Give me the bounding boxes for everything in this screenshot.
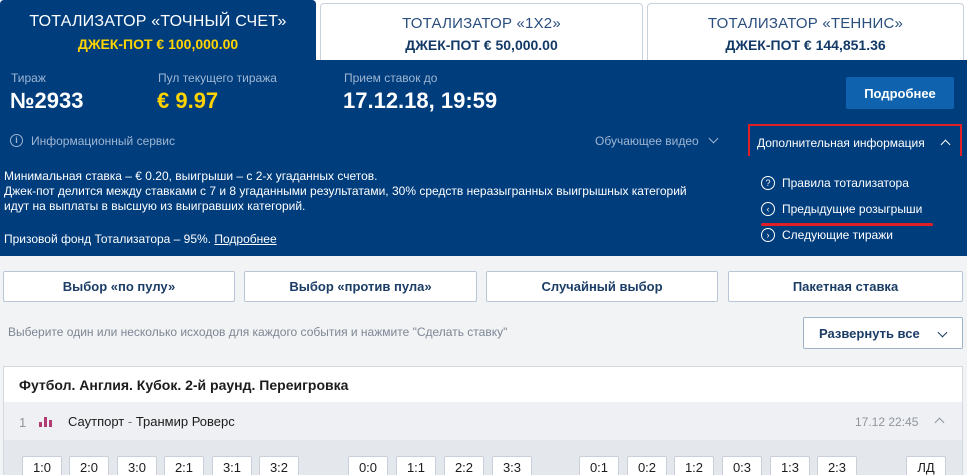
against-pool-button[interactable]: Выбор «против пула» bbox=[244, 271, 477, 302]
info-line: идут на выплаты в высшую из выигравших к… bbox=[4, 199, 306, 213]
details-button[interactable]: Подробнее bbox=[846, 77, 954, 109]
home-team: Саутпорт bbox=[68, 414, 125, 429]
instruction-text: Выберите один или несколько исходов для … bbox=[8, 325, 508, 339]
info-line: Джек-пот делится между ставками с 7 и 8 … bbox=[4, 184, 687, 198]
score-option[interactable]: 3:0 bbox=[117, 456, 157, 475]
score-option[interactable]: 2:3 bbox=[817, 456, 857, 475]
chevron-down-icon bbox=[937, 327, 948, 338]
expand-all-label: Развернуть все bbox=[819, 325, 920, 341]
additional-info-label: Дополнительная информация bbox=[757, 136, 925, 150]
match-row[interactable]: 1 Саутпорт - Транмир Роверс 17.12 22:45 bbox=[4, 402, 962, 440]
match-teams: Саутпорт - Транмир Роверс bbox=[68, 414, 235, 429]
score-option[interactable]: 0:2 bbox=[627, 456, 667, 475]
rules-label: Правила тотализатора bbox=[782, 176, 909, 190]
info-icon: i bbox=[10, 134, 23, 147]
pool-choice-button[interactable]: Выбор «по пулу» bbox=[3, 271, 235, 302]
arrow-right-icon: › bbox=[761, 228, 775, 242]
score-option[interactable]: 1:3 bbox=[770, 456, 810, 475]
score-option[interactable]: 0:1 bbox=[579, 456, 619, 475]
score-option[interactable]: 1:1 bbox=[396, 456, 436, 475]
event-league-title: Футбол. Англия. Кубок. 2-й раунд. Переиг… bbox=[19, 377, 349, 393]
tab-exact-score[interactable]: ТОТАЛИЗАТОР «ТОЧНЫЙ СЧЕТ» ДЖЕК-ПОТ € 100… bbox=[0, 0, 316, 60]
score-option[interactable]: 0:3 bbox=[722, 456, 762, 475]
toto-page: ТОТАЛИЗАТОР «ТОЧНЫЙ СЧЕТ» ДЖЕК-ПОТ € 100… bbox=[0, 0, 967, 475]
score-option[interactable]: 2:1 bbox=[164, 456, 204, 475]
random-choice-button[interactable]: Случайный выбор bbox=[486, 271, 718, 302]
previous-draws-label: Предыдущие розыгрыши bbox=[782, 202, 923, 216]
pool-value: € 9.97 bbox=[157, 88, 219, 113]
draw-number: №2933 bbox=[10, 88, 84, 113]
stats-icon[interactable] bbox=[39, 417, 53, 427]
score-option[interactable]: 3:3 bbox=[492, 456, 532, 475]
draw-label: Тираж bbox=[11, 71, 46, 85]
prize-fund-text: Призовой фонд Тотализатора – 95%. Подроб… bbox=[4, 232, 277, 246]
match-number: 1 bbox=[19, 415, 27, 430]
pool-label: Пул текущего тиража bbox=[158, 71, 277, 85]
tab-title: ТОТАЛИЗАТОР «1Х2» bbox=[402, 15, 561, 32]
info-text: Минимальная ставка – € 0.20, выигрыши – … bbox=[4, 169, 687, 214]
deadline-value: 17.12.18, 19:59 bbox=[343, 88, 498, 113]
expand-all-button[interactable]: Развернуть все bbox=[803, 317, 963, 349]
side-links: ? Правила тотализатора ‹ Предыдущие розы… bbox=[761, 176, 922, 254]
highlight-underline bbox=[761, 223, 933, 226]
score-option[interactable]: 0:0 bbox=[348, 456, 388, 475]
tab-jackpot: ДЖЕК-ПОТ € 100,000.00 bbox=[77, 36, 239, 52]
tab-title: ТОТАЛИЗАТОР «ТОЧНЫЙ СЧЕТ» bbox=[29, 13, 287, 30]
next-draws-label: Следующие тиражи bbox=[782, 228, 893, 242]
score-option[interactable]: 2:0 bbox=[69, 456, 109, 475]
question-icon: ? bbox=[761, 176, 775, 190]
score-option[interactable]: 3:1 bbox=[212, 456, 252, 475]
score-option[interactable]: 1:2 bbox=[674, 456, 714, 475]
match-time: 17.12 22:45 bbox=[855, 415, 919, 429]
rules-link[interactable]: ? Правила тотализатора bbox=[761, 176, 922, 202]
arrow-left-icon: ‹ bbox=[761, 202, 775, 216]
package-bet-button[interactable]: Пакетная ставка bbox=[728, 271, 963, 302]
prize-fund-label: Призовой фонд Тотализатора – 95%. bbox=[4, 232, 212, 246]
chevron-up-icon[interactable] bbox=[934, 417, 945, 428]
chevron-up-icon bbox=[940, 139, 951, 150]
next-draws-link[interactable]: › Следующие тиражи bbox=[761, 228, 922, 254]
toto-tabs: ТОТАЛИЗАТОР «ТОЧНЫЙ СЧЕТ» ДЖЕК-ПОТ € 100… bbox=[0, 0, 967, 60]
draw-header: Тираж №2933 Пул текущего тиража € 9.97 П… bbox=[0, 60, 967, 161]
tutorial-video-link[interactable]: Обучающее видео bbox=[595, 134, 699, 148]
score-option[interactable]: 2:2 bbox=[444, 456, 484, 475]
score-option[interactable]: 1:0 bbox=[22, 456, 62, 475]
additional-info-panel: Минимальная ставка – € 0.20, выигрыши – … bbox=[0, 156, 967, 256]
score-option[interactable]: 3:2 bbox=[259, 456, 299, 475]
score-option-draw[interactable]: ЛД bbox=[906, 456, 946, 475]
event-card: Футбол. Англия. Кубок. 2-й раунд. Переиг… bbox=[3, 366, 963, 475]
prize-fund-details-link[interactable]: Подробнее bbox=[214, 232, 276, 246]
deadline-label: Прием ставок до bbox=[344, 71, 438, 85]
tab-1x2[interactable]: ТОТАЛИЗАТОР «1Х2» ДЖЕК-ПОТ € 50,000.00 bbox=[320, 3, 643, 60]
tab-jackpot: ДЖЕК-ПОТ € 144,851.36 bbox=[725, 37, 886, 53]
tab-title: ТОТАЛИЗАТОР «ТЕННИС» bbox=[707, 15, 904, 32]
tab-tennis[interactable]: ТОТАЛИЗАТОР «ТЕННИС» ДЖЕК-ПОТ € 144,851.… bbox=[647, 3, 964, 60]
away-team: Транмир Роверс bbox=[135, 414, 235, 429]
tab-jackpot: ДЖЕК-ПОТ € 50,000.00 bbox=[405, 37, 558, 53]
team-separator: - bbox=[124, 414, 136, 429]
score-options: 1:0 2:0 3:0 2:1 3:1 3:2 0:0 1:1 2:2 3:3 … bbox=[4, 440, 962, 475]
info-service-link[interactable]: Информационный сервис bbox=[31, 134, 175, 148]
info-line: Минимальная ставка – € 0.20, выигрыши – … bbox=[4, 169, 378, 183]
chevron-down-icon bbox=[708, 133, 719, 144]
